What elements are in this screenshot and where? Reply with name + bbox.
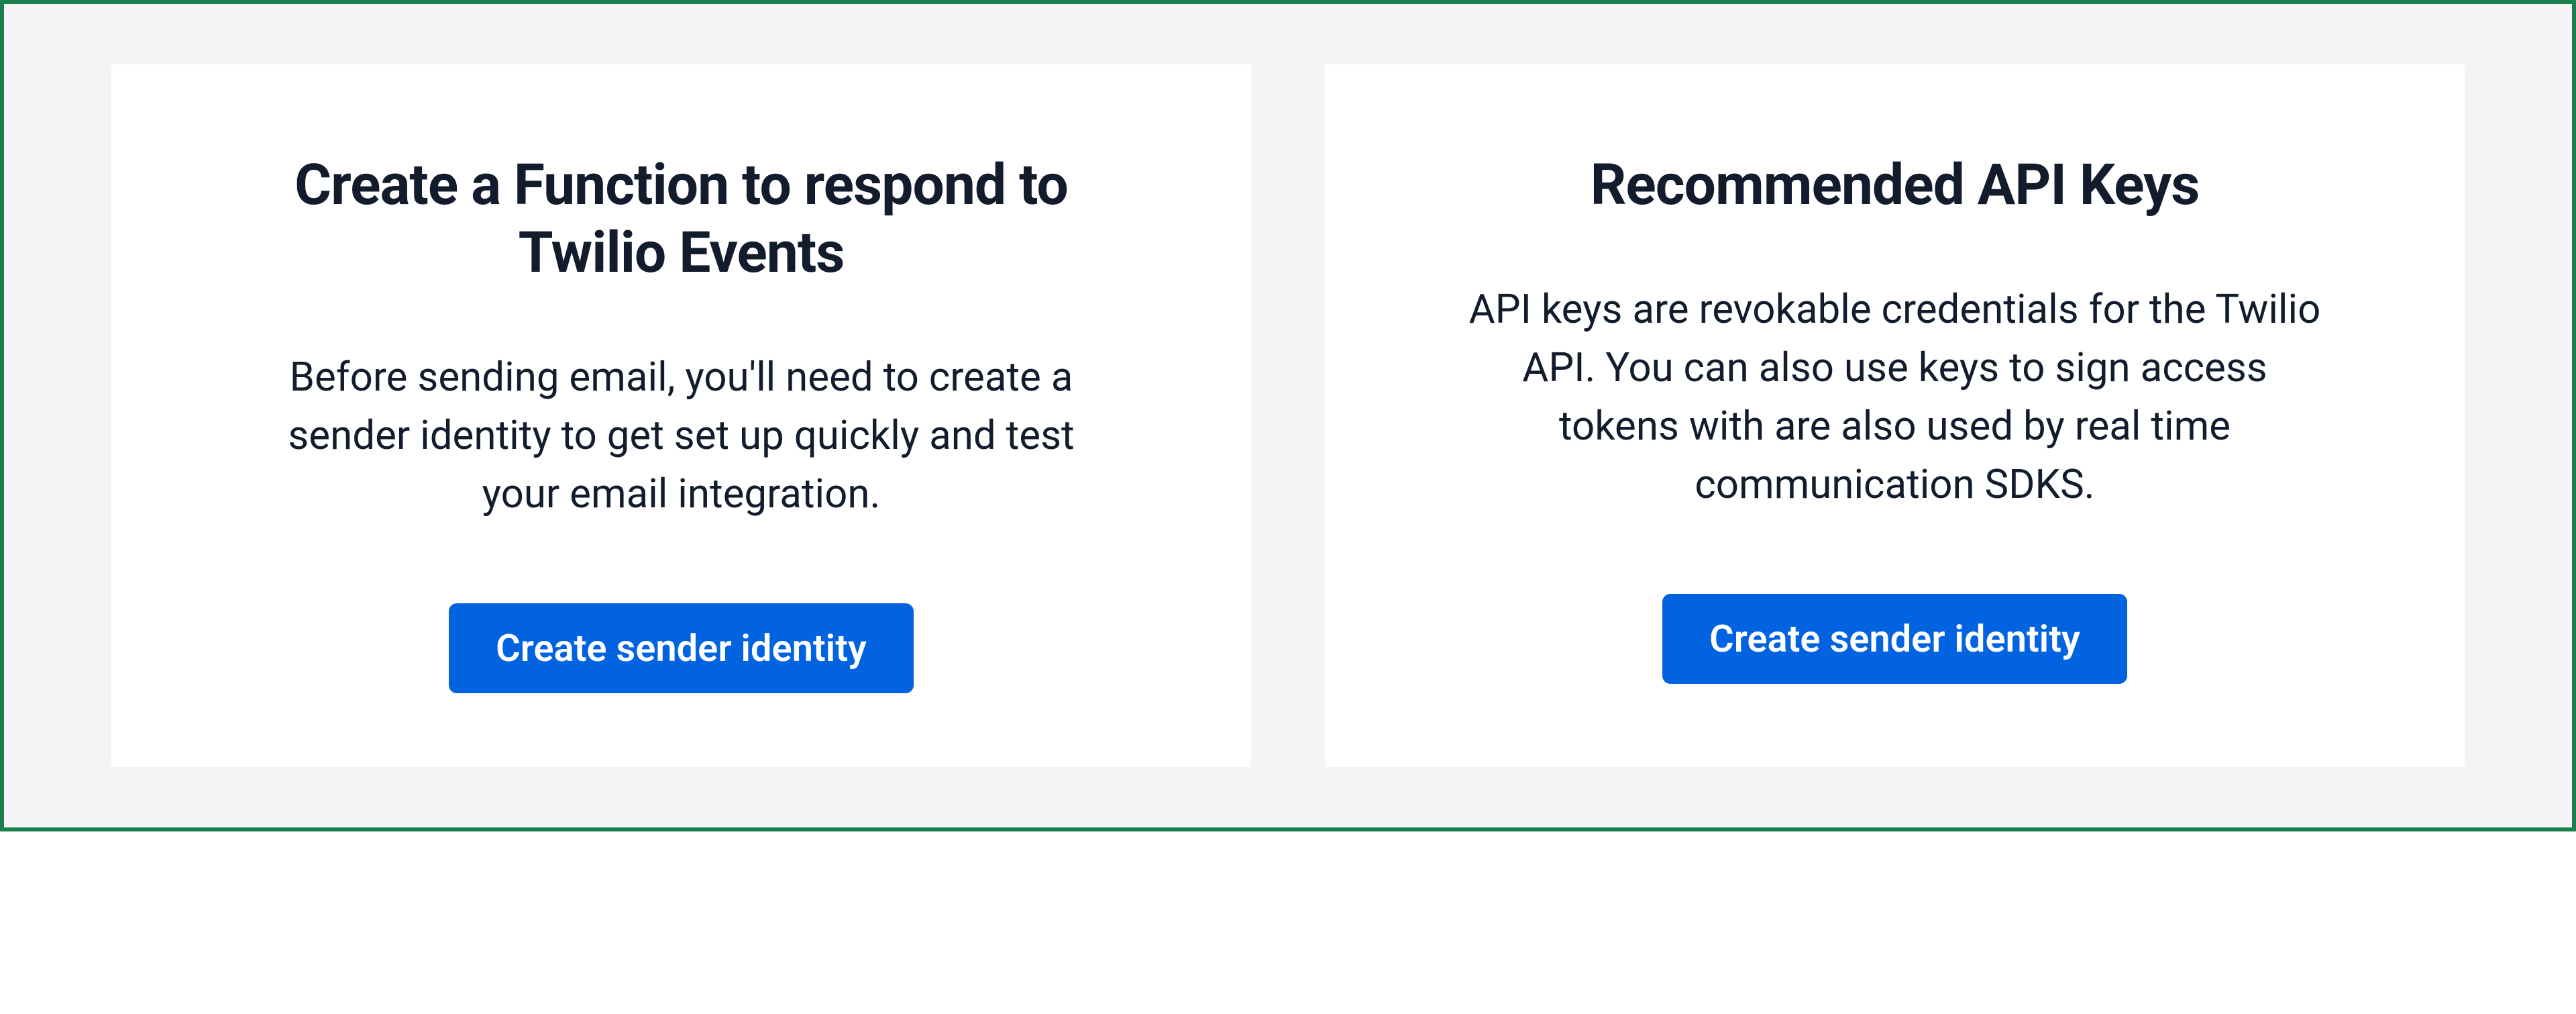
card-title: Create a Function to respond to Twilio E…	[279, 152, 1084, 287]
card-description: Before sending email, you'll need to cre…	[246, 348, 1118, 523]
page-frame: Create a Function to respond to Twilio E…	[0, 0, 2576, 831]
card-create-function: Create a Function to respond to Twilio E…	[111, 64, 1251, 767]
cards-row: Create a Function to respond to Twilio E…	[111, 64, 2465, 767]
card-title: Recommended API Keys	[1591, 152, 2200, 219]
card-description: API keys are revokable credentials for t…	[1459, 280, 2331, 513]
create-sender-identity-button[interactable]: Create sender identity	[449, 603, 914, 693]
create-sender-identity-button[interactable]: Create sender identity	[1662, 594, 2127, 684]
card-api-keys: Recommended API Keys API keys are revoka…	[1325, 64, 2465, 767]
